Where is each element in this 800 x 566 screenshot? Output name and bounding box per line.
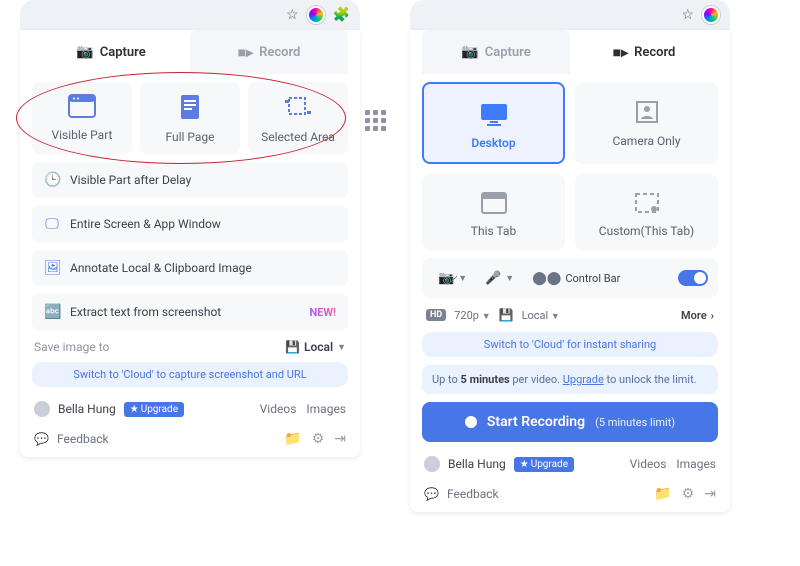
webcam-toggle[interactable]: 📷̷▼ bbox=[432, 266, 473, 290]
upgrade-link[interactable]: Upgrade bbox=[563, 373, 604, 386]
chevron-right-icon: › bbox=[711, 309, 714, 322]
mode-desktop[interactable]: Desktop bbox=[422, 82, 565, 164]
cloud-note[interactable]: Switch to 'Cloud' to capture screenshot … bbox=[32, 362, 348, 387]
tab-capture[interactable]: 📷Capture bbox=[422, 30, 570, 74]
feedback-icon: 💬 bbox=[424, 487, 439, 501]
screen-icon: 🖵 bbox=[44, 216, 60, 232]
monitor-icon bbox=[479, 102, 509, 126]
feedback-link[interactable]: Feedback bbox=[447, 487, 499, 501]
star-icon[interactable]: ☆ bbox=[681, 7, 694, 23]
tab-record[interactable]: ■▸Record bbox=[570, 30, 718, 74]
signout-icon[interactable]: ⇥ bbox=[334, 431, 346, 447]
row-entire-screen[interactable]: 🖵Entire Screen & App Window bbox=[32, 206, 348, 242]
tab-window-icon bbox=[481, 192, 507, 214]
video-icon: ■▸ bbox=[238, 44, 253, 61]
person-icon bbox=[635, 100, 659, 124]
save-dest-dropdown[interactable]: 💾Local▼ bbox=[285, 340, 346, 354]
start-recording-button[interactable]: Start Recording (5 minutes limit) bbox=[422, 402, 718, 442]
controlbar-switch[interactable] bbox=[678, 270, 708, 286]
feedback-link[interactable]: Feedback bbox=[57, 432, 109, 446]
option-visible-part[interactable]: Visible Part bbox=[32, 82, 132, 154]
tab-record[interactable]: ■▸Record bbox=[190, 30, 348, 74]
row-visible-delay[interactable]: 🕒Visible Part after Delay bbox=[32, 162, 348, 198]
chevron-down-icon: ▼ bbox=[337, 342, 346, 353]
save-to-label: Save image to bbox=[34, 340, 109, 354]
cloud-note[interactable]: Switch to 'Cloud' for instant sharing bbox=[422, 332, 718, 357]
folder-icon[interactable]: 📁 bbox=[284, 431, 301, 447]
mic-toggle[interactable]: 🎤▼ bbox=[479, 267, 520, 290]
mode-camera-only[interactable]: Camera Only bbox=[575, 82, 718, 164]
document-icon bbox=[178, 94, 202, 120]
browser-topbar-right: ☆ bbox=[410, 0, 730, 30]
text-icon: 🔤 bbox=[44, 304, 60, 320]
image-icon: 🖼 bbox=[44, 260, 60, 276]
link-videos[interactable]: Videos bbox=[630, 457, 667, 471]
user-name: Bella Hung bbox=[58, 402, 116, 416]
upgrade-badge[interactable]: ★ Upgrade bbox=[124, 402, 184, 417]
hd-badge: HD bbox=[426, 309, 446, 321]
custom-area-icon bbox=[634, 192, 660, 214]
extensions-puzzle-icon[interactable]: 🧩 bbox=[333, 7, 350, 23]
link-images[interactable]: Images bbox=[676, 457, 716, 471]
mode-this-tab[interactable]: This Tab bbox=[422, 174, 565, 250]
microphone-icon: 🎤 bbox=[485, 271, 501, 286]
folder-icon[interactable]: 📁 bbox=[654, 486, 671, 502]
controlbar-toggle-group: ⬤⬤Control Bar bbox=[526, 267, 626, 290]
upgrade-badge[interactable]: ★ Upgrade bbox=[514, 457, 574, 472]
user-bar: Bella Hung ★ Upgrade Videos Images bbox=[422, 450, 718, 474]
gear-icon[interactable]: ⚙ bbox=[682, 486, 695, 502]
quality-dropdown[interactable]: 720p ▼ bbox=[454, 309, 490, 322]
record-controls: 📷̷▼ 🎤▼ ⬤⬤Control Bar bbox=[422, 258, 718, 298]
option-full-page[interactable]: Full Page bbox=[140, 82, 240, 154]
clock-icon: 🕒 bbox=[44, 172, 60, 188]
avatar-icon[interactable] bbox=[34, 401, 50, 417]
more-button[interactable]: More › bbox=[681, 309, 714, 322]
signout-icon[interactable]: ⇥ bbox=[704, 486, 716, 502]
feedback-icon: 💬 bbox=[34, 432, 49, 446]
user-name: Bella Hung bbox=[448, 457, 506, 471]
link-images[interactable]: Images bbox=[306, 402, 346, 416]
camera-off-icon: 📷̷ bbox=[438, 270, 454, 286]
dest-dropdown[interactable]: Local ▼ bbox=[522, 309, 560, 322]
star-icon[interactable]: ☆ bbox=[286, 7, 299, 23]
record-popup: 📷Capture ■▸Record Desktop Camera Only Th… bbox=[410, 30, 730, 512]
link-videos[interactable]: Videos bbox=[260, 402, 297, 416]
disk-icon: 💾 bbox=[285, 340, 300, 354]
row-extract-text[interactable]: 🔤Extract text from screenshotNEW! bbox=[32, 294, 348, 330]
extension-icon[interactable] bbox=[307, 6, 325, 24]
option-selected-area[interactable]: Selected Area bbox=[248, 82, 348, 154]
video-icon: ■▸ bbox=[613, 44, 628, 61]
browser-topbar-left: ☆ 🧩 bbox=[20, 0, 360, 30]
record-circle-icon bbox=[465, 416, 477, 428]
tab-capture[interactable]: 📷Capture bbox=[32, 30, 190, 74]
new-badge: NEW! bbox=[309, 306, 336, 319]
limit-warning: Up to 5 minutes per video. Upgrade to un… bbox=[422, 365, 718, 394]
camera-icon: 📷 bbox=[461, 44, 478, 60]
extension-icon[interactable] bbox=[702, 6, 720, 24]
capture-popup: 📷Capture ■▸Record Visible Part Full Page… bbox=[20, 30, 360, 457]
avatar-icon[interactable] bbox=[424, 456, 440, 472]
browser-window-icon bbox=[68, 94, 96, 118]
row-annotate[interactable]: 🖼Annotate Local & Clipboard Image bbox=[32, 250, 348, 286]
gear-icon[interactable]: ⚙ bbox=[312, 431, 325, 447]
controlbar-icon: ⬤⬤ bbox=[532, 271, 561, 286]
mode-custom-tab[interactable]: Custom(This Tab) bbox=[575, 174, 718, 250]
disk-icon: 💾 bbox=[499, 308, 514, 322]
user-bar: Bella Hung ★ Upgrade Videos Images bbox=[32, 395, 348, 419]
crop-icon bbox=[285, 94, 311, 120]
camera-icon: 📷 bbox=[76, 44, 93, 60]
